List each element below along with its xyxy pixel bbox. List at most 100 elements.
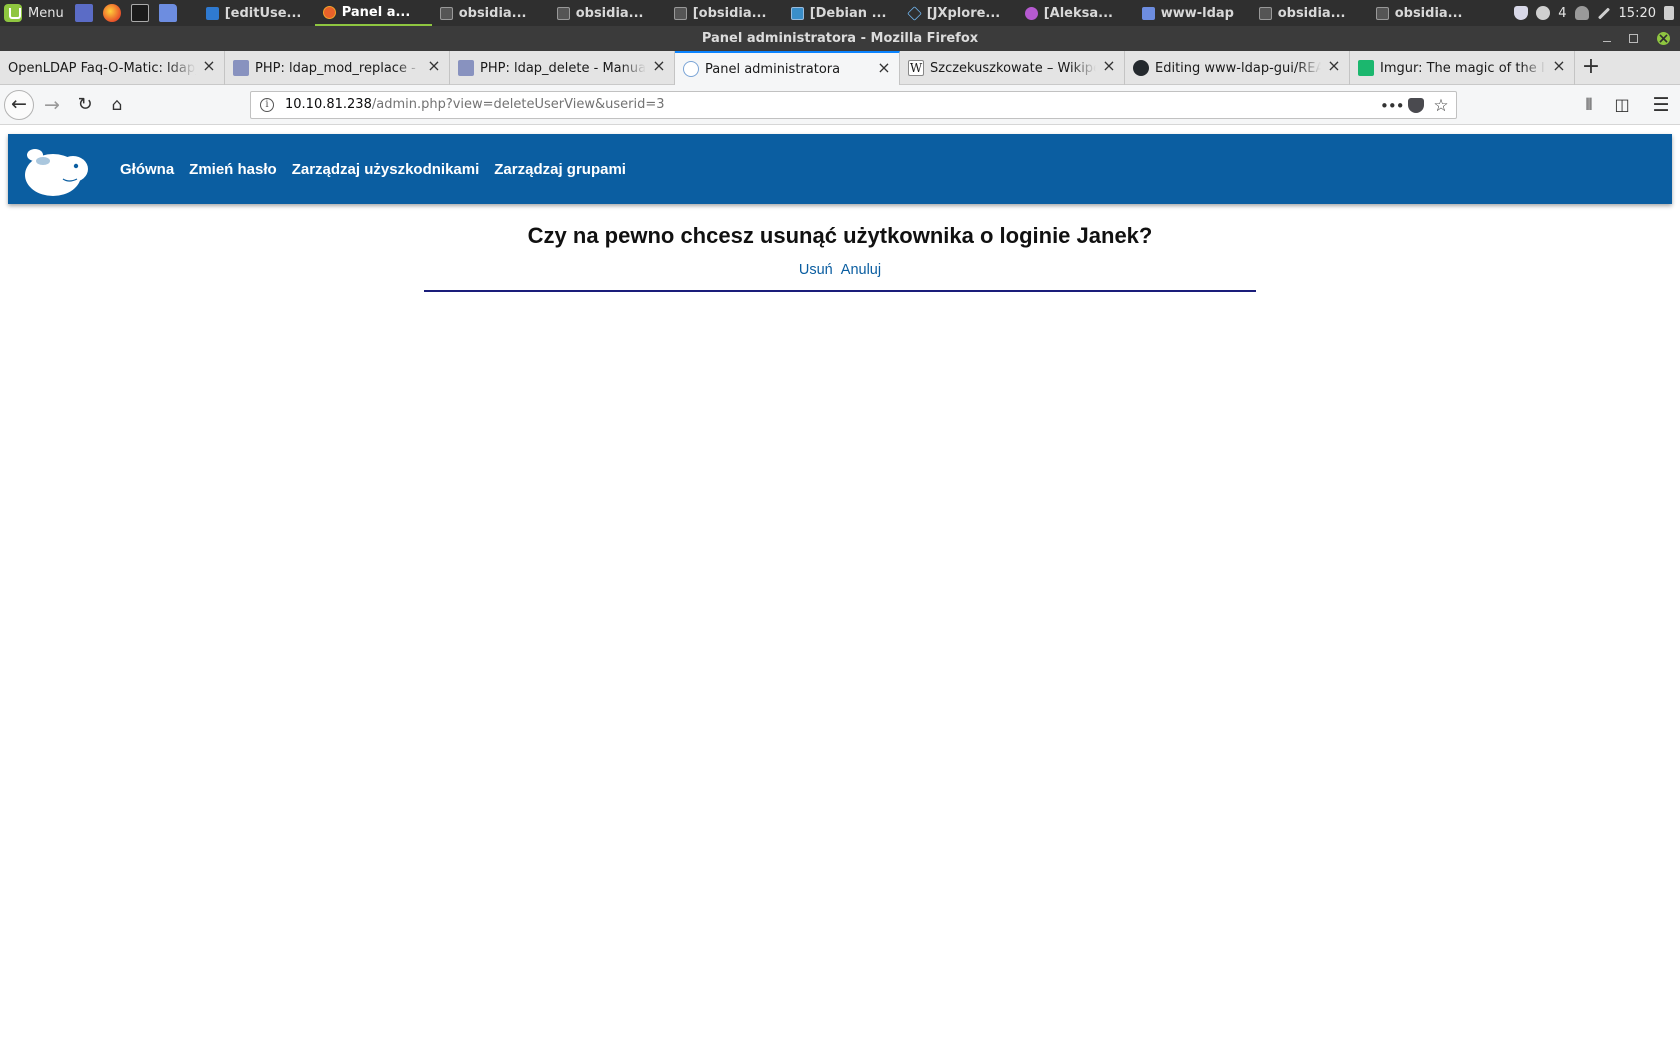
tab-title: OpenLDAP Faq-O-Matic: ldap_add: [8, 60, 196, 76]
url-bar[interactable]: i 10.10.81.238/admin.php?view=deleteUser…: [250, 91, 1457, 119]
nav-link-change-password[interactable]: Zmień hasło: [189, 161, 277, 178]
forward-button[interactable]: →: [37, 90, 67, 120]
taskbar-window-label: [Aleksa...: [1043, 5, 1113, 21]
taskbar-window-firefox[interactable]: Panel a...: [314, 0, 432, 26]
browser-tab-strip: OpenLDAP Faq-O-Matic: ldap_add × PHP: ld…: [0, 51, 1680, 85]
taskbar-window-label: [obsidia...: [692, 5, 767, 21]
vscode-icon: [205, 6, 219, 20]
hamburger-menu-icon[interactable]: ☰: [1649, 93, 1673, 117]
window-titlebar: Panel administratora - Mozilla Firefox: [0, 26, 1680, 52]
terminal-icon: [439, 6, 453, 20]
taskbar-window-terminal[interactable]: obsidia...: [549, 0, 666, 26]
browser-tab[interactable]: PHP: ldap_mod_replace - Manual ×: [225, 51, 450, 85]
nav-link-manage-users[interactable]: Zarządzaj użyszkodnikami: [292, 161, 480, 178]
taskbar-window-terminal[interactable]: obsidia...: [1251, 0, 1368, 26]
pocket-icon[interactable]: [1408, 98, 1424, 113]
browser-tab[interactable]: PHP: ldap_delete - Manual ×: [450, 51, 675, 85]
firefox-icon: [322, 5, 336, 19]
cancel-link[interactable]: Anuluj: [841, 262, 881, 278]
notification-icon[interactable]: [1536, 6, 1551, 20]
tab-title: Szczekuszkowate – Wikipedia: [930, 60, 1096, 76]
user-icon[interactable]: [1574, 6, 1589, 20]
site-navigation: Główna Zmień hasło Zarządzaj użyszkodnik…: [120, 134, 626, 204]
browser-tab[interactable]: Imgur: The magic of the Internet ×: [1350, 51, 1575, 85]
page-actions-icon[interactable]: •••: [1380, 97, 1405, 115]
shield-icon[interactable]: [1514, 6, 1529, 20]
tab-title: Editing www-ldap-gui/README.md: [1155, 60, 1321, 76]
tab-close-icon[interactable]: ×: [1102, 58, 1116, 74]
reload-button[interactable]: ↻: [70, 90, 100, 120]
taskbar-window-terminal[interactable]: [obsidia...: [666, 0, 783, 26]
pen-icon[interactable]: [1597, 6, 1610, 20]
start-menu-button[interactable]: Menu: [0, 0, 70, 26]
terminal-icon: [1258, 6, 1272, 20]
maximize-icon[interactable]: [1627, 32, 1640, 45]
tab-close-icon[interactable]: ×: [877, 60, 891, 76]
site-header: Główna Zmień hasło Zarządzaj użyszkodnik…: [8, 134, 1672, 204]
url-host: 10.10.81.238: [285, 97, 372, 112]
taskbar-window-label: obsidia...: [458, 5, 527, 21]
terminal-icon: [556, 6, 570, 20]
browser-tab[interactable]: W Szczekuszkowate – Wikipedia ×: [900, 51, 1125, 85]
taskbar-window-terminal[interactable]: obsidia...: [1368, 0, 1485, 26]
taskbar-window-label: Panel a...: [341, 4, 411, 20]
web-page: Główna Zmień hasło Zarządzaj użyszkodnik…: [0, 126, 1680, 1050]
taskbar-window-terminal[interactable]: obsidia...: [432, 0, 549, 26]
firefox-launcher-icon[interactable]: [102, 4, 121, 22]
tab-title: Imgur: The magic of the Internet: [1380, 60, 1546, 76]
taskbar-window-label: obsidia...: [1277, 5, 1346, 21]
start-menu-label: Menu: [28, 5, 64, 21]
browser-tab[interactable]: Editing www-ldap-gui/README.md ×: [1125, 51, 1350, 85]
files-launcher-icon[interactable]: [158, 4, 177, 22]
window-title: Panel administratora - Mozilla Firefox: [701, 31, 979, 46]
url-path: /admin.php?view=deleteUserView&userid=3: [371, 97, 665, 112]
volume-icon[interactable]: [1664, 6, 1674, 20]
linux-mint-logo-icon: [4, 4, 22, 22]
sidebar-icon[interactable]: ◫: [1610, 93, 1634, 117]
tab-close-icon[interactable]: ×: [202, 58, 216, 74]
tab-close-icon[interactable]: ×: [1327, 58, 1341, 74]
site-info-icon[interactable]: i: [260, 98, 274, 112]
github-icon: [1133, 60, 1149, 76]
delete-user-link[interactable]: Usuń: [799, 262, 833, 278]
nav-link-home[interactable]: Główna: [120, 161, 174, 178]
show-desktop-icon[interactable]: [74, 4, 93, 22]
cavy-icon: [683, 61, 699, 77]
taskbar-window-label: www-ldap: [1160, 5, 1234, 21]
terminal-icon: [673, 6, 687, 20]
tab-close-icon[interactable]: ×: [652, 58, 666, 74]
tab-close-icon[interactable]: ×: [427, 58, 441, 74]
tab-title: PHP: ldap_mod_replace - Manual: [255, 60, 421, 76]
new-tab-button[interactable]: +: [1575, 51, 1607, 85]
taskbar-window-pidgin[interactable]: [Aleksa...: [1017, 0, 1134, 26]
back-button[interactable]: ←: [4, 90, 34, 120]
jxplorer-icon: [906, 5, 922, 21]
libreoffice-icon: [790, 6, 804, 20]
minimize-icon[interactable]: [1601, 32, 1614, 45]
taskbar-window-label: obsidia...: [575, 5, 644, 21]
tab-title: Panel administratora: [705, 61, 841, 77]
browser-tab-active[interactable]: Panel administratora ×: [675, 51, 900, 85]
nav-link-manage-groups[interactable]: Zarządzaj grupami: [494, 161, 626, 178]
browser-navigation-bar: ← → ↻ ⌂ i 10.10.81.238/admin.php?view=de…: [0, 85, 1680, 125]
system-tray: 4 15:20: [1514, 0, 1680, 26]
clock[interactable]: 15:20: [1619, 6, 1656, 21]
wikipedia-icon: W: [908, 60, 924, 76]
notification-count: 4: [1558, 5, 1567, 21]
taskbar-window-folder[interactable]: www-ldap: [1134, 0, 1251, 26]
pidgin-icon: [1024, 6, 1038, 20]
taskbar-window-jxplorer[interactable]: [JXplore...: [900, 0, 1017, 26]
php-icon: [233, 60, 249, 76]
tab-close-icon[interactable]: ×: [1552, 58, 1566, 74]
taskbar-window-vscode[interactable]: [editUse...: [198, 0, 315, 26]
php-icon: [458, 60, 474, 76]
os-taskbar: Menu [editUse... Panel a... obsidia... o…: [0, 0, 1680, 26]
close-window-icon[interactable]: [1657, 27, 1670, 52]
terminal-launcher-icon[interactable]: [130, 4, 149, 22]
home-button[interactable]: ⌂: [102, 90, 132, 120]
library-icon[interactable]: ⫴: [1577, 93, 1601, 117]
guinea-pig-logo-icon[interactable]: [19, 139, 91, 199]
browser-tab[interactable]: OpenLDAP Faq-O-Matic: ldap_add ×: [0, 51, 225, 85]
taskbar-window-libreoffice[interactable]: [Debian ...: [783, 0, 900, 26]
bookmark-star-icon[interactable]: ☆: [1432, 97, 1450, 115]
